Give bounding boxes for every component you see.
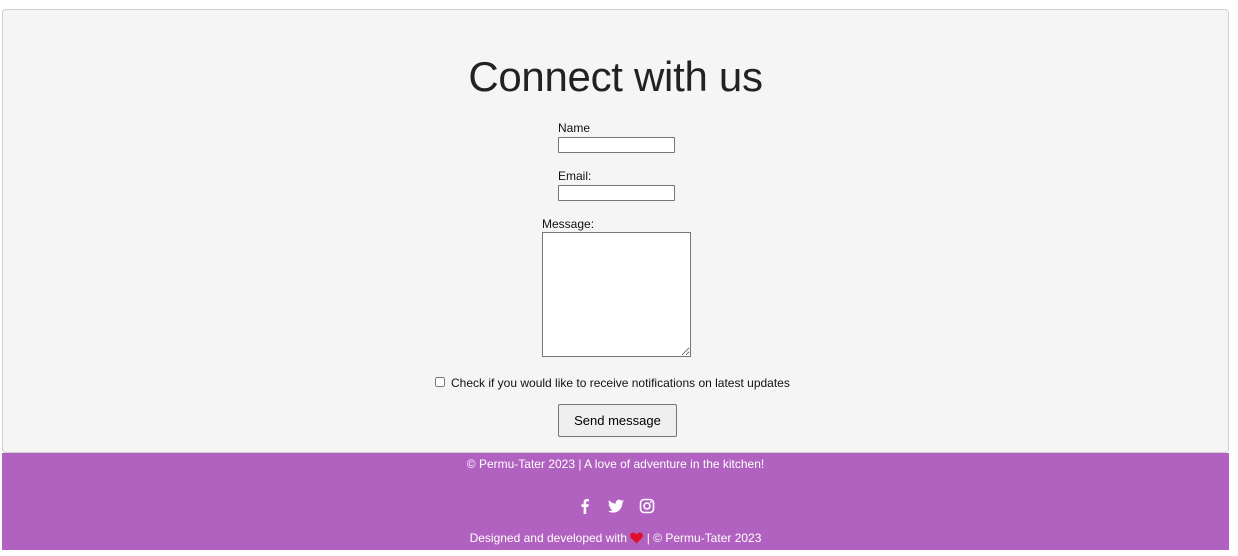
facebook-icon[interactable] (576, 497, 594, 515)
name-label: Name (558, 121, 591, 135)
email-label: Email: (558, 169, 592, 183)
name-input[interactable] (558, 137, 675, 153)
notifications-checkbox[interactable] (435, 377, 445, 387)
credit-suffix: | © Permu-Tater 2023 (646, 531, 762, 545)
footer-credit: Designed and developed with | © Permu-Ta… (2, 531, 1229, 547)
footer-tagline: © Permu-Tater 2023 | A love of adventure… (466, 457, 765, 471)
page-title: Connect with us (468, 53, 763, 100)
email-input[interactable] (558, 185, 675, 201)
bottom-edge (0, 550, 1238, 556)
notifications-checkbox-label: Check if you would like to receive notif… (451, 376, 790, 390)
social-links (2, 497, 1229, 515)
send-message-button[interactable]: Send message (558, 404, 677, 437)
site-footer: © Permu-Tater 2023 | A love of adventure… (2, 453, 1229, 550)
page: Connect with us Name Email: Message: Che… (0, 0, 1238, 556)
message-label: Message: (542, 217, 595, 231)
message-textarea[interactable] (542, 232, 691, 357)
credit-prefix: Designed and developed with (469, 531, 628, 545)
instagram-icon[interactable] (638, 497, 656, 515)
twitter-icon[interactable] (607, 497, 625, 515)
heart-icon (630, 532, 644, 547)
contact-section: Connect with us Name Email: Message: Che… (2, 9, 1229, 453)
